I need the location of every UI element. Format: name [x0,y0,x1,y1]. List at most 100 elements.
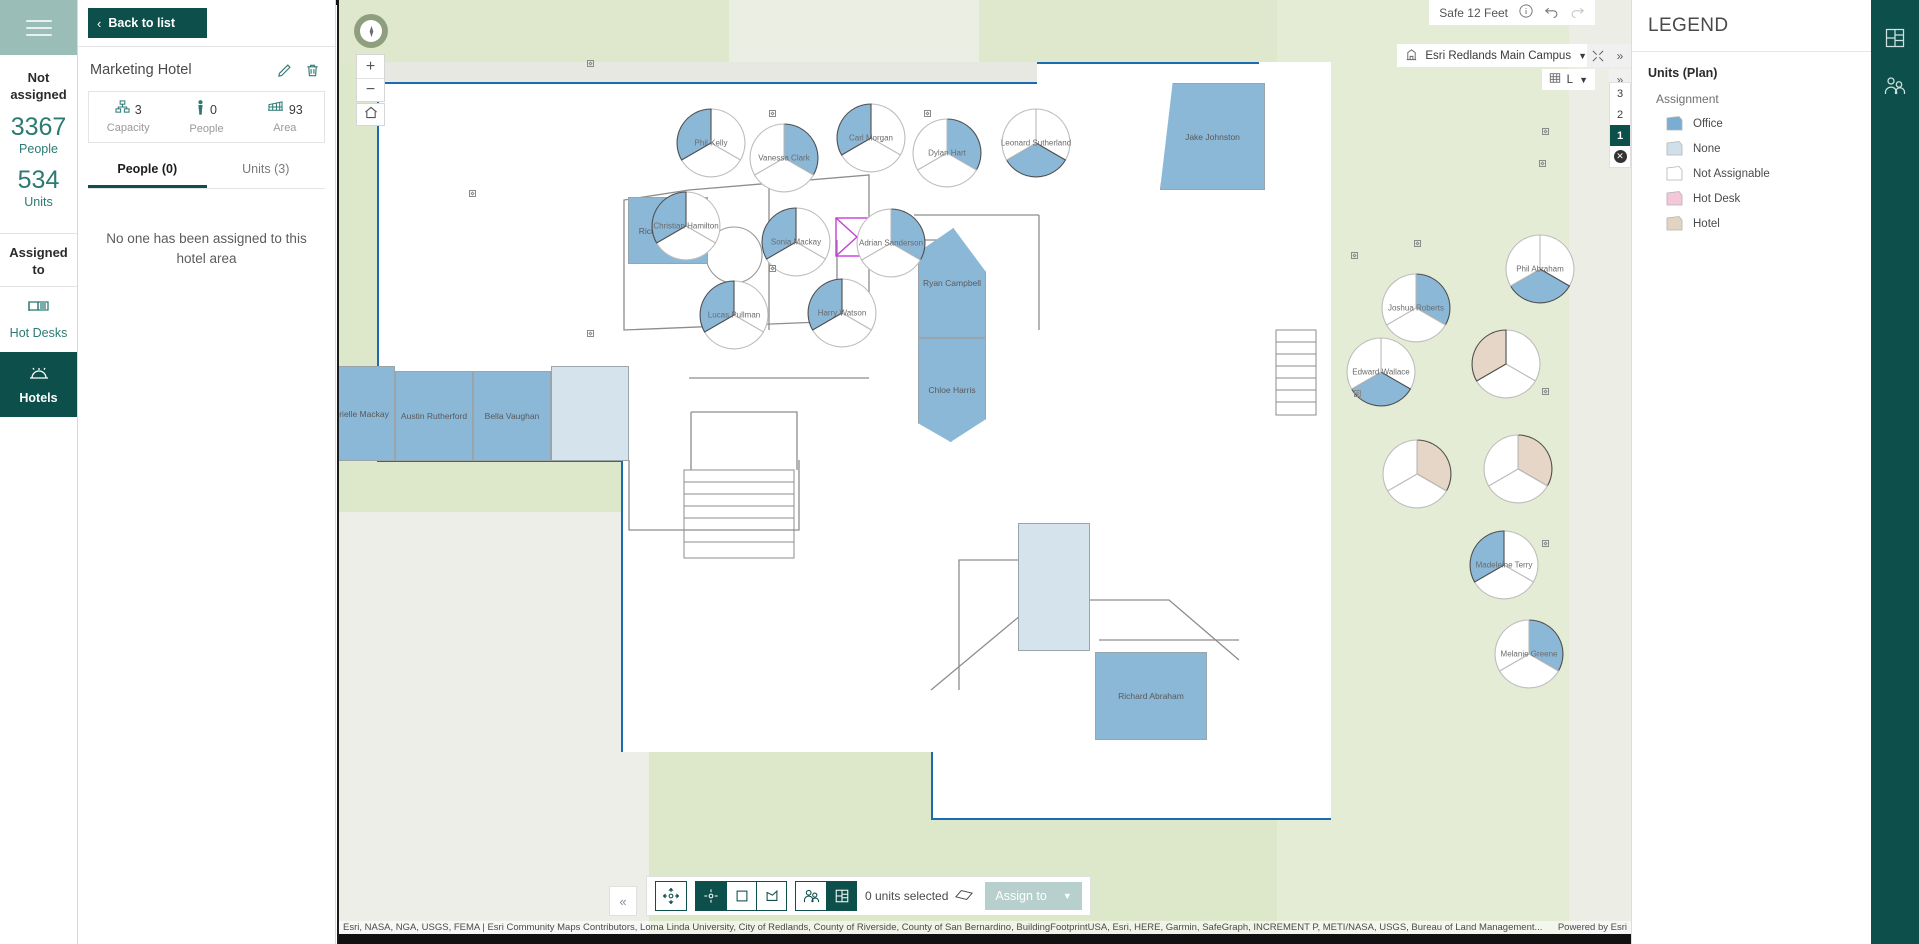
map-office-unit[interactable]: Jake Johnston [1160,83,1265,190]
legend-item: Office [1666,116,1855,131]
map-workstation-label: Sonia Mackay [770,237,822,247]
map-workstation-label: Harry Watson [817,308,867,318]
map-unit-marker[interactable] [1351,252,1358,259]
site-selector[interactable]: Esri Redlands Main Campus ▼ [1397,44,1595,67]
level-2[interactable]: 2 [1610,104,1630,125]
collapse-toolbar-button[interactable]: « [609,886,637,916]
map-unit-marker[interactable] [1414,240,1421,247]
trash-icon[interactable] [301,59,323,81]
map-workstation-label: Madeleine Terry [1475,560,1533,570]
map-office-unit[interactable] [1018,523,1090,651]
map-unit-marker[interactable] [1542,388,1549,395]
map-office-unit[interactable]: Bella Vaughan [473,371,551,461]
info-icon[interactable] [1519,4,1533,21]
selection-tools-group [695,881,787,911]
stat-capacity: 3 Capacity [89,100,167,135]
floorplan-map[interactable]: Jake JohnstonRichard GibsonRyan Campbell… [337,0,1631,944]
map-office-unit[interactable]: Richard Abraham [1095,652,1207,740]
empty-state-message: No one has been assigned to this hotel a… [106,231,307,266]
units-layer-icon[interactable] [826,882,856,910]
hamburger-icon[interactable] [0,0,77,55]
campus-icon [1405,48,1418,64]
zoom-out-button[interactable]: − [357,78,384,101]
map-workstation-pod[interactable] [1481,432,1555,506]
legend-swatch [1666,216,1683,231]
level-3[interactable]: 3 [1610,83,1630,104]
map-workstation-label: Lucas Pullman [707,310,761,320]
map-workstation-pod[interactable]: Leonard Sutherland [999,106,1073,180]
map-workstation-pod[interactable]: Phil Abraham [1503,232,1577,306]
map-office-unit[interactable] [551,366,629,461]
map-workstation-pod[interactable]: Vanessa Clark [747,121,821,195]
map-unit-marker[interactable] [924,110,931,117]
sidebar-item-hot-desks[interactable]: Hot Desks [0,287,77,352]
map-workstation-pod[interactable]: Dylan Hart [910,116,984,190]
zoom-controls: + − [356,54,385,102]
map-workstation-pod[interactable]: Christian Hamilton [649,189,723,263]
tab-people[interactable]: People (0) [88,155,207,188]
compass-button[interactable] [354,14,388,48]
map-unit-marker[interactable] [587,330,594,337]
map-unit-marker[interactable] [587,60,594,67]
chevron-down-icon[interactable]: ▼ [1578,51,1587,61]
assign-to-button[interactable]: Assign to ▼ [985,882,1082,910]
home-button[interactable] [356,103,385,126]
person-icon [196,100,205,120]
hotel-bell-icon [27,367,51,386]
map-unit-marker[interactable] [1542,540,1549,547]
facility-icon [1549,72,1561,87]
map-workstation-pod[interactable]: Madeleine Terry [1467,528,1541,602]
map-workstation-pod[interactable]: Joshua Roberts [1379,271,1453,345]
pencil-icon[interactable] [273,59,295,81]
map-unit-marker[interactable] [1542,128,1549,135]
selection-count-label: 0 units selected [865,889,949,903]
tab-units[interactable]: Units (3) [207,155,326,188]
back-to-list-button[interactable]: ‹ Back to list [88,8,207,38]
map-unit-marker[interactable] [769,110,776,117]
hot-desk-icon [27,301,50,321]
facility-chevron-icon[interactable]: ▼ [1579,75,1588,85]
map-workstation-label: Adrian Sanderson [858,238,924,248]
floorplan-icon[interactable] [1871,14,1919,62]
people-icon[interactable] [1871,62,1919,110]
right-rail [1871,0,1919,944]
map-office-unit[interactable]: Austin Rutherford [395,371,473,461]
rectangle-select-icon[interactable] [726,882,756,910]
layer-tools-group [795,881,857,911]
lasso-select-icon[interactable] [756,882,786,910]
people-layer-icon[interactable] [796,882,826,910]
map-unit-marker[interactable] [1354,390,1361,397]
map-office-unit[interactable]: Gabrielle Mackay [339,366,395,461]
undo-icon[interactable] [1544,5,1559,21]
map-workstation-pod[interactable] [1380,437,1454,511]
map-workstation-pod[interactable]: Adrian Sanderson [854,206,928,280]
sidebar-item-hot-desks-label: Hot Desks [9,326,68,340]
zoom-in-button[interactable]: + [357,55,384,78]
sidebar-item-hotels[interactable]: Hotels [0,352,77,417]
map-unit-marker[interactable] [469,190,476,197]
map-workstation-pod[interactable]: Harry Watson [805,276,879,350]
map-unit-marker[interactable] [769,265,776,272]
facility-selector[interactable]: L ▼ [1541,69,1595,90]
capacity-value: 3 [134,102,142,117]
close-level-selector-button[interactable]: ✕ [1610,146,1630,167]
map-workstation-pod[interactable]: Lucas Pullman [697,278,771,352]
map-toolbar: 0 units selected Assign to ▼ [646,876,1091,916]
level-1[interactable]: 1 [1610,125,1630,146]
map-workstation-pod[interactable] [1469,327,1543,401]
map-workstation-pod[interactable]: Melanie Greene [1492,617,1566,691]
details-panel: ‹ Back to list Marketing Hotel 3 Capacit… [78,0,336,944]
people-value: 0 [210,103,217,117]
collapse-icon[interactable] [1587,44,1609,67]
assign-chevron-icon: ▼ [1062,891,1072,901]
pan-tool-icon[interactable] [656,882,686,910]
map-workstation-pod[interactable]: Carl Morgan [834,101,908,175]
left-rail: Not assigned 3367 People 534 Units Assig… [0,0,78,944]
map-workstation-pod[interactable]: Phil Kelly [674,106,748,180]
point-select-icon[interactable] [696,882,726,910]
map-unit-marker[interactable] [1539,160,1546,167]
assigned-to-section: Assigned to [0,234,77,287]
expand-sites-button[interactable]: » [1609,44,1631,67]
clear-selection-icon[interactable] [955,888,974,905]
map-workstation-pod[interactable]: Edward Wallace [1344,335,1418,409]
